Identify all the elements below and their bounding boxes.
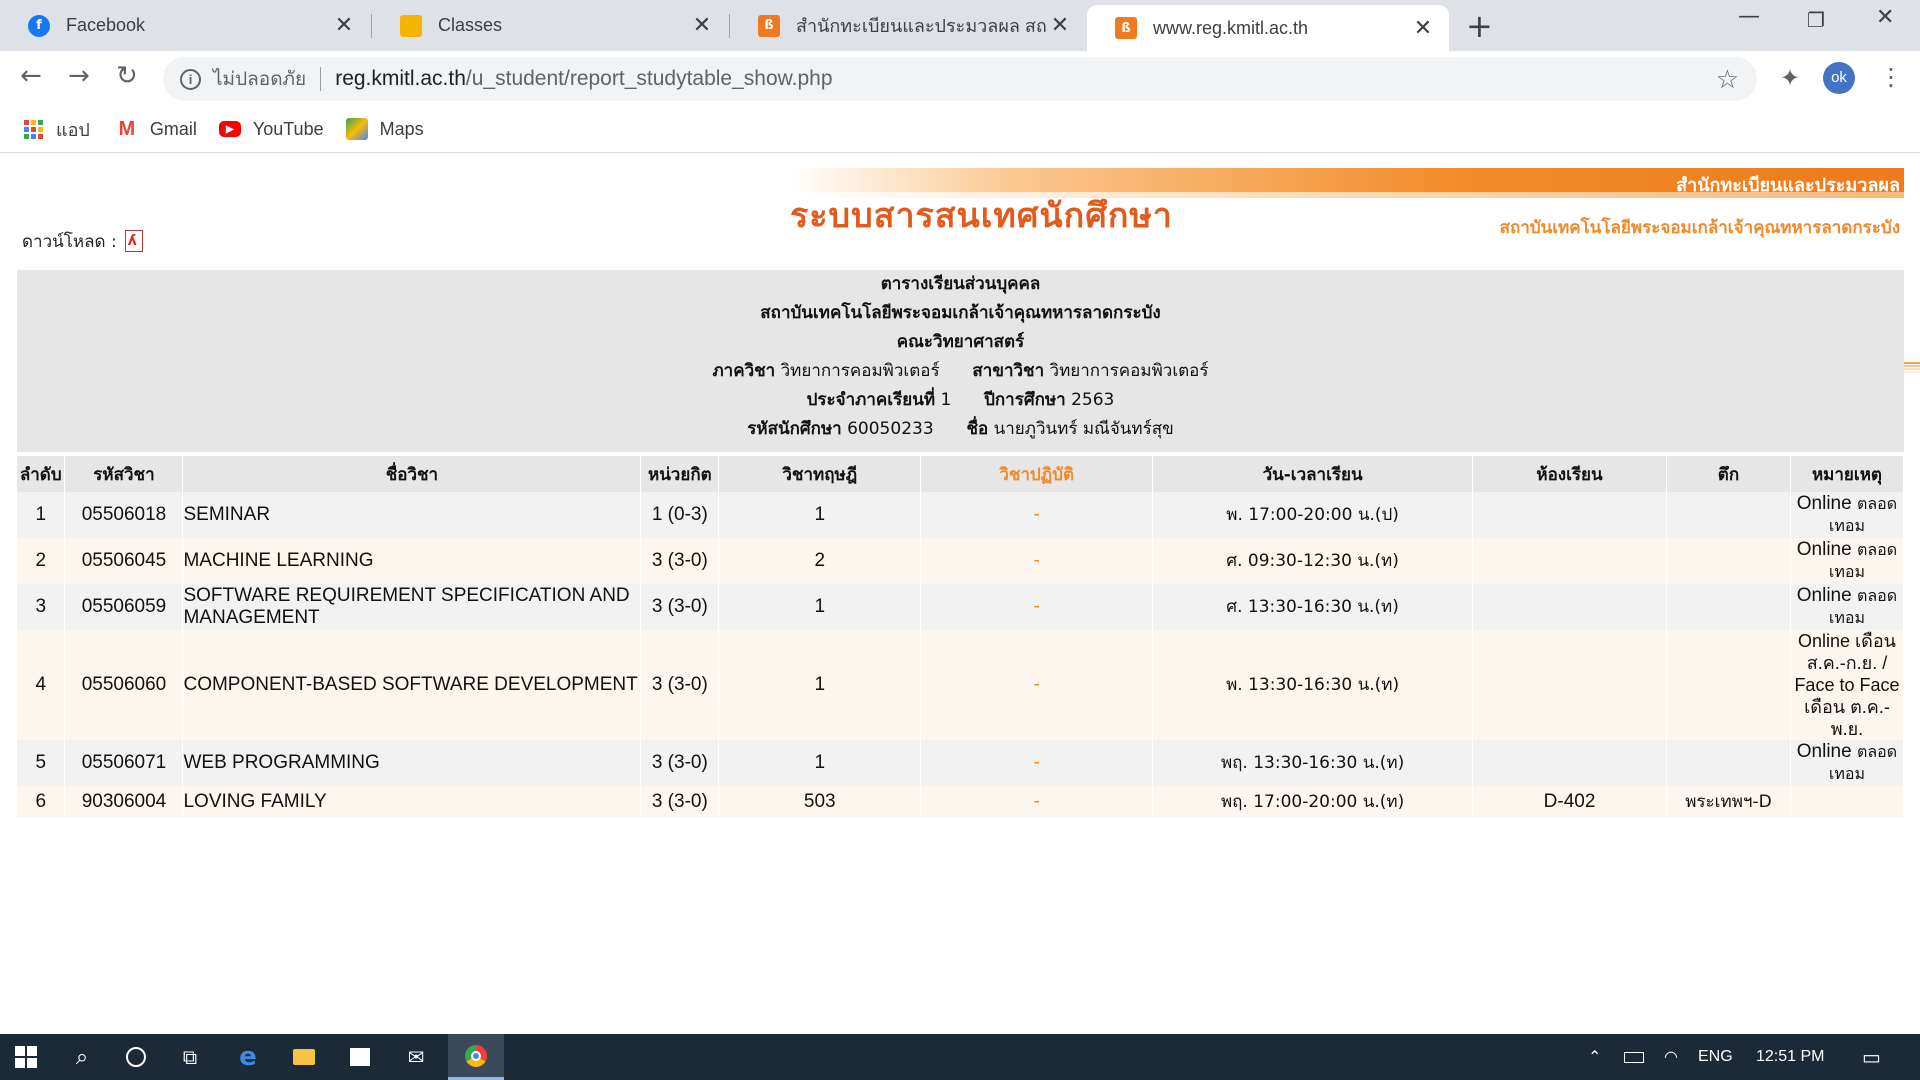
language-indicator[interactable]: ENG: [1698, 1034, 1733, 1080]
action-center-icon[interactable]: ▭: [1862, 1034, 1881, 1080]
forward-icon[interactable]: →: [68, 61, 90, 91]
mail-icon[interactable]: ✉: [392, 1034, 440, 1080]
semester-label: ประจำภาคเรียนที่: [806, 390, 936, 410]
facebook-icon: f: [28, 14, 50, 37]
bookmark-maps[interactable]: Maps: [345, 118, 424, 140]
windows-start-icon[interactable]: [0, 1034, 52, 1080]
bookmark-star-icon[interactable]: ☆: [1716, 64, 1739, 95]
show-hidden-icons[interactable]: ⌃: [1588, 1034, 1601, 1080]
divider: [320, 67, 322, 91]
student-id-value: 60050233: [847, 419, 934, 439]
semester-value: 1: [940, 390, 952, 410]
col-name: ชื่อวิชา: [182, 456, 642, 492]
table-row: 2 05506045 MACHINE LEARNING 3 (3-0) 2 - …: [17, 538, 1905, 584]
tab-classes[interactable]: Classes ✕: [372, 0, 728, 51]
student-id-label: รหัสนักศึกษา: [747, 419, 842, 439]
close-window-icon[interactable]: ✕: [1876, 5, 1894, 30]
cortana-icon[interactable]: [112, 1034, 160, 1080]
reload-icon[interactable]: ↻: [116, 61, 138, 91]
bookmarks-bar: แอป M Gmail ▶ YouTube Maps: [0, 106, 1920, 153]
new-tab-icon[interactable]: +: [1466, 7, 1493, 45]
dept-label: ภาควิชา: [712, 361, 776, 381]
close-tab-icon[interactable]: ✕: [332, 13, 356, 38]
col-building: ตึก: [1666, 456, 1791, 492]
tab-strip: f Facebook ✕ Classes ✕ ß สำนักทะเบียนและ…: [0, 0, 1920, 51]
major-value: วิทยาการคอมพิวเตอร์: [1049, 361, 1209, 381]
tab-facebook[interactable]: f Facebook ✕: [0, 0, 370, 51]
institute-name: สถาบันเทคโนโลยีพระจอมเกล้าเจ้าคุณทหารลาด…: [1499, 218, 1900, 238]
windows-taskbar: ⌕ ⧉ e ✉ ⌃ ◠ ENG 12:51 PM ▭: [0, 1034, 1920, 1080]
restore-icon[interactable]: ❐: [1807, 8, 1825, 32]
maps-icon: [345, 118, 368, 140]
site-banner: ระบบสารสนเทศนักศึกษา สำนักทะเบียนและประม…: [788, 168, 1904, 238]
col-note: หมายเหตุ: [1790, 456, 1905, 492]
table-row: 5 05506071 WEB PROGRAMMING 3 (3-0) 1 - พ…: [17, 740, 1905, 786]
battery-icon[interactable]: [1624, 1034, 1644, 1080]
col-practice: วิชาปฏิบัติ: [920, 456, 1154, 492]
table-header-row: ลำดับ รหัสวิชา ชื่อวิชา หน่วยกิต วิชาทฤษ…: [17, 456, 1905, 492]
back-icon[interactable]: ←: [20, 61, 42, 91]
url-path: /u_student/report_studytable_show.php: [465, 67, 833, 90]
page-content: ระบบสารสนเทศนักศึกษา สำนักทะเบียนและประม…: [0, 154, 1920, 1034]
name-value: นายภูวินทร์ มณีจันทร์สุข: [993, 419, 1174, 439]
tab-reg-kmitl[interactable]: ß www.reg.kmitl.ac.th ✕: [1087, 5, 1449, 51]
col-room: ห้องเรียน: [1472, 456, 1667, 492]
bookmark-gmail[interactable]: M Gmail: [116, 118, 197, 140]
chrome-taskbar-icon[interactable]: [448, 1034, 504, 1080]
col-credit: หน่วยกิต: [640, 456, 720, 492]
bookmark-youtube[interactable]: ▶ YouTube: [218, 119, 324, 140]
edge-icon[interactable]: e: [224, 1034, 272, 1080]
bookmark-apps[interactable]: แอป: [22, 115, 90, 144]
task-view-icon[interactable]: ⧉: [166, 1034, 214, 1080]
close-tab-icon[interactable]: ✕: [1048, 13, 1072, 38]
search-icon[interactable]: ⌕: [58, 1034, 106, 1080]
address-bar[interactable]: i ไม่ปลอดภัย reg.kmitl.ac.th /u_student/…: [163, 57, 1757, 101]
dept-value: วิทยาการคอมพิวเตอร์: [780, 361, 940, 381]
profile-avatar[interactable]: ok: [1823, 62, 1855, 94]
schedule-table: ลำดับ รหัสวิชา ชื่อวิชา หน่วยกิต วิชาทฤษ…: [17, 456, 1905, 818]
year-label: ปีการศึกษา: [984, 390, 1066, 410]
menu-kebab-icon[interactable]: ⋮: [1879, 63, 1903, 91]
file-explorer-icon[interactable]: [280, 1034, 328, 1080]
col-theory: วิชาทฤษฎี: [718, 456, 922, 492]
schedule-title: ตารางเรียนส่วนบุคคล: [880, 274, 1041, 294]
close-tab-icon[interactable]: ✕: [1411, 16, 1435, 41]
info-icon[interactable]: i: [180, 68, 201, 90]
reg-icon: ß: [758, 14, 780, 37]
table-row: 4 05506060 COMPONENT-BASED SOFTWARE DEVE…: [17, 630, 1905, 740]
clock[interactable]: 12:51 PM: [1756, 1034, 1824, 1080]
table-row: 3 05506059 SOFTWARE REQUIREMENT SPECIFIC…: [17, 584, 1905, 630]
major-label: สาขาวิชา: [972, 361, 1045, 381]
header-faculty: คณะวิทยาศาสตร์: [896, 332, 1025, 352]
extensions-puzzle-icon[interactable]: ✦: [1780, 64, 1800, 92]
browser-toolbar: ← → ↻ i ไม่ปลอดภัย reg.kmitl.ac.th /u_st…: [0, 51, 1920, 106]
reg-icon: ß: [1115, 17, 1137, 39]
name-label: ชื่อ: [966, 419, 989, 439]
header-institute: สถาบันเทคโนโลยีพระจอมเกล้าเจ้าคุณทหารลาด…: [760, 303, 1161, 323]
system-title: ระบบสารสนเทศนักศึกษา: [790, 196, 1173, 236]
schedule-header: ตารางเรียนส่วนบุคคล สถาบันเทคโนโลยีพระจอ…: [17, 270, 1904, 452]
security-label[interactable]: ไม่ปลอดภัย: [213, 64, 306, 94]
col-time: วัน-เวลาเรียน: [1152, 456, 1474, 492]
wifi-icon[interactable]: ◠: [1664, 1034, 1678, 1080]
gmail-icon: M: [118, 117, 136, 140]
youtube-icon: ▶: [218, 121, 241, 137]
tab-reg-office[interactable]: ß สำนักทะเบียนและประมวลผล สถาบันเท ✕: [730, 0, 1086, 51]
store-icon[interactable]: [336, 1034, 384, 1080]
download-label: ดาวน์โหลด :: [22, 232, 117, 252]
apps-grid-icon: [22, 118, 44, 140]
office-name: สำนักทะเบียนและประมวลผล: [1676, 175, 1900, 196]
year-value: 2563: [1071, 390, 1115, 410]
table-row: 6 90306004 LOVING FAMILY 3 (3-0) 503 - พ…: [17, 786, 1905, 818]
col-code: รหัสวิชา: [64, 456, 184, 492]
classroom-icon: [400, 14, 422, 37]
table-row: 1 05506018 SEMINAR 1 (0-3) 1 - พ. 17:00-…: [17, 492, 1905, 538]
minimize-icon[interactable]: —: [1738, 4, 1760, 29]
url-host: reg.kmitl.ac.th: [335, 67, 466, 90]
pdf-download-icon[interactable]: ʎ: [124, 229, 145, 254]
download-row: ดาวน์โหลด : ʎ: [22, 228, 145, 255]
col-no: ลำดับ: [17, 456, 66, 492]
close-tab-icon[interactable]: ✕: [690, 13, 714, 38]
